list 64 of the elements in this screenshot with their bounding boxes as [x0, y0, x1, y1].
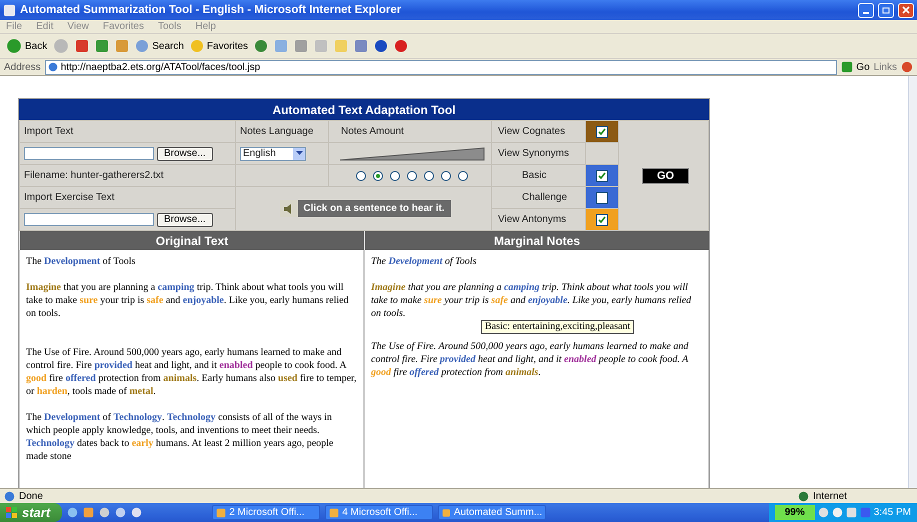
text-paragraph[interactable]: The Development of Technology. Technology consists of all of the ways in which people apply knowledge, tools, and inventions to meet their needs. Technology dates back to early humans. At least 2 million years ago, people made stone [26, 411, 357, 463]
task-button[interactable]: 4 Microsoft Offi... [325, 505, 434, 520]
dropdown-arrow-icon [296, 151, 302, 156]
amount-radio[interactable] [424, 170, 434, 180]
view-option-label: Challenge [522, 192, 568, 203]
column-header: Marginal Notes [364, 231, 709, 250]
task-button[interactable]: Automated Summ... [438, 505, 546, 520]
window-title: Automated Summarization Tool - English - Microsoft Internet Explorer [20, 4, 402, 16]
import-text-label: Import Text [24, 126, 74, 137]
view-option-label: View Cognates [498, 126, 566, 137]
amount-radio[interactable] [373, 170, 383, 180]
view-option-label: View Antonyms [498, 214, 566, 225]
status-text: Done [19, 490, 44, 502]
filename-label: Filename: hunter-gatherers2.txt [24, 170, 164, 181]
text-paragraph[interactable]: The Use of Fire. Around 500,000 years ago, early humans learned to make and control fire. Fire provided heat and light, and it enabled people to cook food. A good fire offered protection from animals. Early humans also used fire to temper, or harden, tools made of metal. [26, 346, 357, 398]
checkbox[interactable] [596, 126, 608, 138]
checkbox[interactable] [596, 192, 608, 204]
hint-text: Click on a sentence to hear it. [303, 203, 445, 214]
favorites-button[interactable]: Favorites [190, 39, 248, 53]
search-button[interactable]: Search [135, 39, 184, 53]
checkbox[interactable] [596, 170, 608, 182]
browse-button[interactable]: Browse... [157, 212, 213, 226]
start-button[interactable]: start [0, 503, 62, 522]
file-field[interactable] [24, 147, 154, 160]
close-icon [902, 6, 910, 14]
task-button[interactable]: 2 Microsoft Offi... [212, 505, 320, 520]
amount-radio[interactable] [390, 170, 400, 180]
notes-amount-label: Notes Amount [341, 126, 404, 137]
tooltip: Basic: entertaining,exciting,pleasant [481, 320, 634, 334]
amount-radio[interactable] [441, 170, 451, 180]
restore-button[interactable] [878, 2, 894, 18]
go-button[interactable]: GO [642, 168, 690, 184]
file-field[interactable] [24, 213, 154, 226]
view-option-label: View Synonyms [498, 148, 569, 159]
zone-text: Internet [813, 490, 848, 502]
notes-paragraph: The Use of Fire. Around 500,000 years ago, early humans learned to make and control fire. Fire provided heat and light, and it enabled people to cook food. A good fire offered protection from animals. [371, 340, 690, 379]
amount-radio[interactable] [407, 170, 417, 180]
text-paragraph[interactable]: The Development of Tools [26, 255, 357, 268]
import-exercise-label: Import Exercise Text [24, 192, 114, 203]
clock: 3:45 PM [874, 507, 911, 518]
language-select[interactable]: English [240, 146, 306, 160]
view-option-label: Basic [522, 170, 546, 181]
close-button[interactable] [898, 2, 914, 18]
amount-radio[interactable] [458, 170, 468, 180]
amount-ramp-icon [339, 146, 485, 160]
back-button[interactable]: Back [6, 38, 48, 54]
tool-title: Automated Text Adaptation Tool [19, 99, 709, 120]
notes-language-label: Notes Language [240, 126, 314, 137]
checkbox[interactable] [596, 214, 608, 226]
links-button[interactable]: Links [874, 62, 897, 72]
restore-icon [882, 6, 890, 14]
column-header: Original Text [19, 231, 364, 250]
minimize-button[interactable] [858, 2, 874, 18]
notes-paragraph: The Development of Tools [371, 255, 478, 268]
amount-radio[interactable] [356, 170, 366, 180]
scrollbar[interactable] [908, 76, 917, 488]
notes-paragraph: Imagine that you are planning a camping trip. Think about what tools you will take to make sure your trip is safe and enjoyable. Like you, early humans relied on tools. [371, 281, 692, 320]
text-paragraph[interactable]: Imagine that you are planning a camping trip. Think about what tools you will take to make sure your trip is safe and enjoyable. Like you, early humans relied on tools. [26, 281, 357, 320]
go-button[interactable]: Go [841, 61, 870, 73]
address-field[interactable]: http://naeptba2.ets.org/ATATool/faces/tool.jsp [44, 60, 838, 74]
battery-level: 99% [774, 505, 815, 520]
browse-button[interactable]: Browse... [157, 146, 213, 160]
windows-logo-icon [6, 506, 18, 518]
address-label: Address [4, 62, 41, 72]
